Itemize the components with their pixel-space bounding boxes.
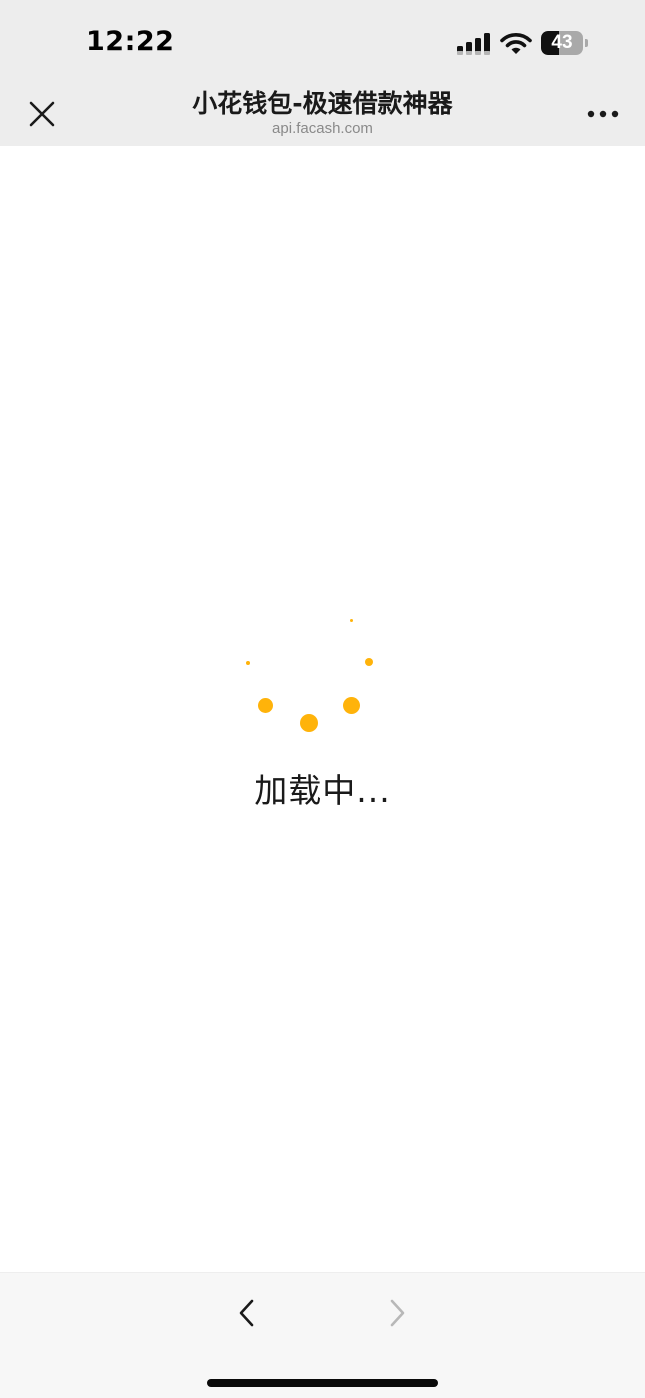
loading-spinner <box>0 146 645 1272</box>
spinner-dot <box>350 619 353 622</box>
cellular-signal-icon <box>457 33 490 55</box>
home-indicator <box>207 1379 438 1387</box>
back-button[interactable] <box>226 1293 266 1333</box>
spinner-dot <box>343 697 360 714</box>
chevron-right-icon <box>390 1299 405 1327</box>
page-title: 小花钱包-极速借款神器 <box>192 89 453 118</box>
more-button[interactable] <box>580 94 626 134</box>
battery-body: 43 <box>541 31 583 55</box>
chevron-left-icon <box>239 1299 254 1327</box>
battery-cap <box>585 39 588 47</box>
page-domain: api.facash.com <box>272 120 373 137</box>
status-bar: 12:22 43 <box>0 0 645 82</box>
nav-title-block: 小花钱包-极速借款神器 api.facash.com <box>100 88 545 138</box>
close-icon <box>29 101 55 127</box>
spinner-dot <box>300 714 318 732</box>
loading-text: 加载中... <box>254 771 391 810</box>
spinner-dot <box>246 661 250 665</box>
close-button[interactable] <box>22 94 62 134</box>
more-dots-icon <box>587 110 619 118</box>
wifi-icon <box>500 33 532 54</box>
status-time: 12:22 <box>86 26 175 57</box>
battery-level: 43 <box>551 32 573 53</box>
nav-bar: 小花钱包-极速借款神器 api.facash.com <box>0 82 645 146</box>
forward-button[interactable] <box>378 1293 418 1333</box>
web-content: 加载中... <box>0 146 645 1272</box>
spinner-dot <box>365 658 373 666</box>
battery-icon: 43 <box>541 31 589 55</box>
bottom-toolbar <box>0 1272 645 1398</box>
spinner-dot <box>258 698 273 713</box>
